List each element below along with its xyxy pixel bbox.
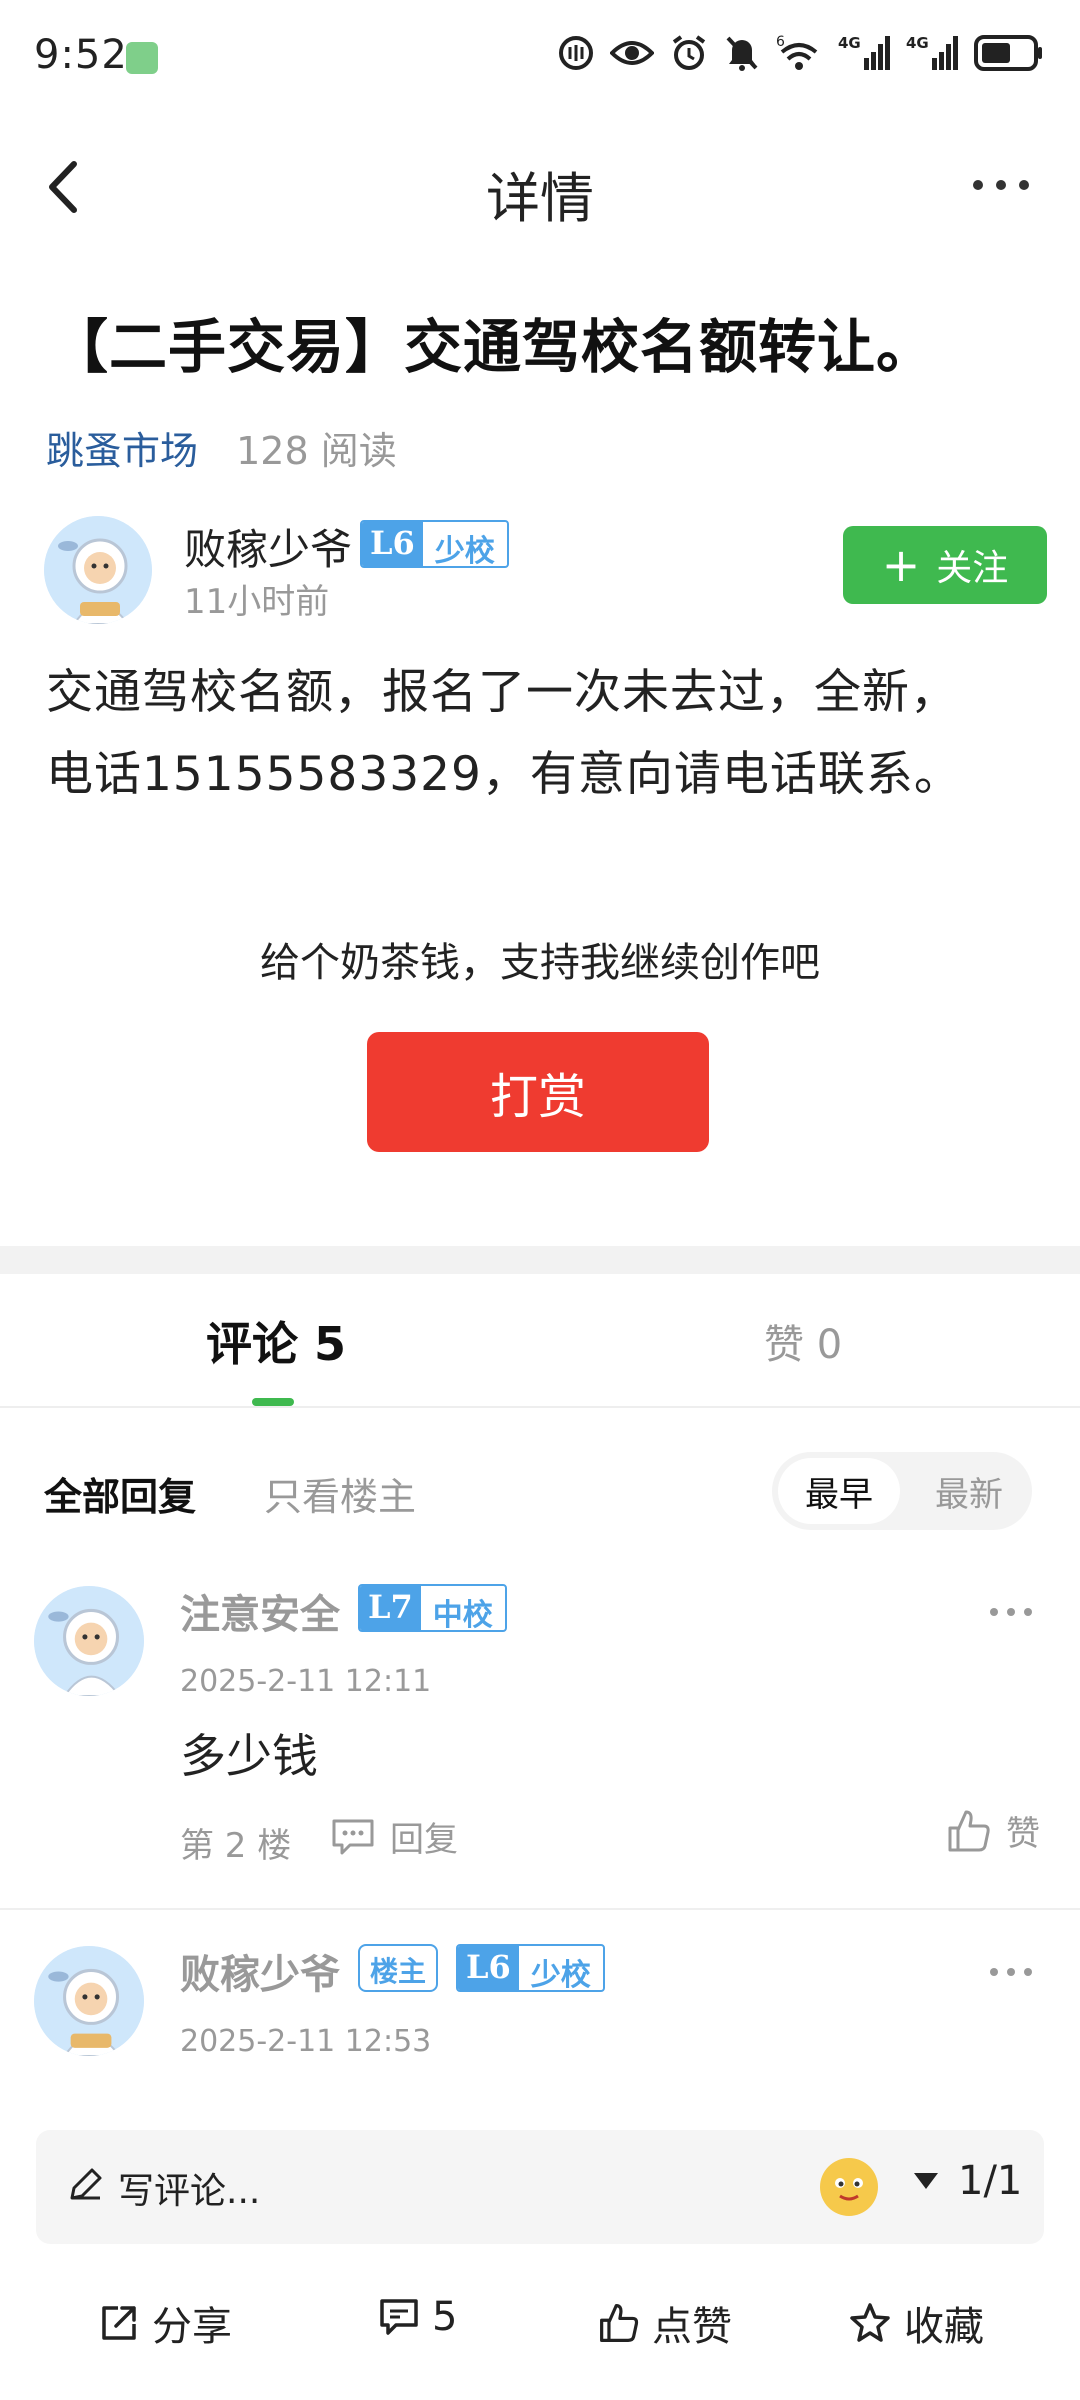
comment-more-icon[interactable] — [986, 1962, 1036, 1982]
sort-toggle: 最早 最新 — [772, 1452, 1032, 1530]
eye-icon — [610, 41, 654, 65]
level-label: L7 — [360, 1586, 421, 1630]
tab-active-indicator — [252, 1398, 294, 1406]
favorite-button[interactable]: 收藏 — [848, 2294, 984, 2352]
reply-label: 回复 — [390, 1820, 458, 1860]
filter-op-only[interactable]: 只看楼主 — [264, 1466, 416, 1521]
status-bar: 9:52 6 4G 4G — [0, 0, 1080, 118]
level-label: L6 — [458, 1946, 519, 1990]
post-time: 11小时前 — [184, 582, 330, 622]
commenter-avatar[interactable] — [34, 1586, 144, 1696]
post-title: 【二手交易】交通驾校名额转让。 — [50, 313, 936, 381]
signal-4g-icon: 4G — [838, 34, 890, 70]
commenter-name[interactable]: 败稼少爷 — [180, 1942, 340, 2000]
like-label: 点赞 — [652, 2304, 732, 2350]
filter-all-replies[interactable]: 全部回复 — [44, 1466, 196, 1521]
sort-earliest[interactable]: 最早 — [778, 1458, 900, 1524]
reply-button[interactable]: 回复 — [330, 1812, 458, 1861]
star-icon — [850, 2303, 890, 2342]
wifi-icon: 6 — [776, 34, 818, 70]
thumbs-up-icon — [948, 1810, 990, 1851]
share-icon — [102, 2306, 136, 2340]
comment-bubble-icon — [380, 2299, 418, 2335]
commenter-name[interactable]: 注意安全 — [180, 1582, 340, 1640]
favorite-label: 收藏 — [904, 2304, 984, 2350]
level-badge: L6 少校 — [456, 1944, 605, 1992]
floor-number: 第 2 楼 — [180, 1826, 292, 1866]
svg-text:4G: 4G — [838, 34, 861, 52]
comment-count: 5 — [432, 2294, 458, 2340]
system-icons: 6 4G 4G — [558, 34, 1044, 72]
level-badge: L7 中校 — [358, 1584, 507, 1632]
comment-time: 2025-2-11 12:11 — [180, 1664, 432, 1699]
comment-more-icon[interactable] — [986, 1602, 1036, 1622]
triangle-down-icon — [914, 2173, 938, 2189]
comment-text: 多少钱 — [180, 1729, 318, 1783]
post-body-line: 交通驾校名额，报名了一次未去过，全新， — [46, 665, 958, 720]
sort-latest[interactable]: 最新 — [912, 1458, 1026, 1524]
author-row: 败稼少爷 L6 少校 11小时前 + 关注 — [44, 516, 1047, 626]
page-title: 详情 — [486, 167, 594, 230]
write-comment-placeholder: 写评论... — [118, 2171, 261, 2212]
bottom-bar: 写评论... 1/1 分享 5 点赞 收藏 — [0, 2100, 1080, 2400]
comment-item: 败稼少爷 楼主 L6 少校 2025-2-11 12:53 — [0, 1944, 1080, 2096]
author-name[interactable]: 败稼少爷 — [184, 516, 352, 577]
level-label: L6 — [362, 522, 423, 566]
page-indicator[interactable]: 1/1 — [912, 2158, 1022, 2204]
astronaut-avatar-icon — [34, 1946, 144, 2056]
status-time: 9:52 — [34, 32, 128, 78]
mute-icon — [726, 36, 758, 71]
thumbs-up-icon — [600, 2304, 639, 2342]
more-options-icon[interactable] — [966, 160, 1036, 210]
author-avatar[interactable] — [44, 516, 152, 624]
app-notification-icon — [126, 42, 158, 74]
op-tag: 楼主 — [358, 1944, 439, 1992]
emoji-icon[interactable] — [820, 2158, 878, 2216]
nfc-icon — [559, 36, 593, 70]
alarm-icon — [672, 35, 706, 70]
share-button[interactable]: 分享 — [98, 2294, 232, 2352]
tab-likes[interactable]: 赞 0 — [764, 1312, 842, 1370]
level-badge: L6 少校 — [360, 520, 509, 568]
post-body-line: 电话15155583329，有意向请电话联系。 — [46, 747, 962, 802]
comment-divider — [0, 1908, 1080, 1910]
comment-item: 注意安全 L7 中校 2025-2-11 12:11 多少钱 第 2 楼 回复 … — [0, 1584, 1080, 1886]
astronaut-avatar-icon — [44, 516, 152, 624]
action-bar: 分享 5 点赞 收藏 — [0, 2294, 1080, 2374]
follow-button[interactable]: + 关注 — [843, 526, 1047, 604]
tip-button[interactable]: 打赏 — [367, 1032, 709, 1152]
comment-filter-row: 全部回复 只看楼主 最早 最新 — [0, 1446, 1080, 1536]
read-count: 128 阅读 — [236, 429, 397, 473]
reply-bubble-icon — [332, 1819, 374, 1854]
like-label: 赞 — [1006, 1814, 1040, 1854]
section-divider — [0, 1246, 1080, 1274]
comment-time: 2025-2-11 12:53 — [180, 2024, 432, 2059]
svg-text:4G: 4G — [906, 34, 929, 52]
signal-4g-icon: 4G — [906, 34, 958, 70]
battery-icon — [974, 35, 1042, 71]
share-label: 分享 — [152, 2304, 232, 2350]
rank-label: 少校 — [434, 534, 495, 568]
plus-icon: + — [881, 538, 921, 592]
rank-label: 少校 — [530, 1958, 591, 1992]
write-comment-input[interactable]: 写评论... 1/1 — [36, 2130, 1044, 2244]
astronaut-avatar-icon — [34, 1586, 144, 1696]
follow-label: 关注 — [936, 548, 1009, 589]
nav-bar: 详情 — [0, 130, 1080, 240]
comment-like-button[interactable]: 赞 — [946, 1806, 1040, 1855]
post-meta: 跳蚤市场 128 阅读 — [46, 420, 397, 475]
svg-text:6: 6 — [776, 34, 785, 50]
tab-comments[interactable]: 评论 5 — [206, 1308, 346, 1374]
tip-prompt: 给个奶茶钱，支持我继续创作吧 — [260, 940, 820, 986]
commenter-avatar[interactable] — [34, 1946, 144, 2056]
tabs-bar: 评论 5 赞 0 — [0, 1274, 1080, 1408]
rank-label: 中校 — [432, 1598, 493, 1632]
comments-button[interactable]: 5 — [378, 2294, 457, 2340]
post-body: 交通驾校名额，报名了一次未去过，全新， 电话15155583329，有意向请电话… — [46, 652, 1036, 816]
category-link[interactable]: 跳蚤市场 — [46, 429, 198, 473]
pencil-icon — [70, 2168, 102, 2200]
page-indicator-label: 1/1 — [958, 2158, 1023, 2204]
like-button[interactable]: 点赞 — [598, 2294, 732, 2352]
